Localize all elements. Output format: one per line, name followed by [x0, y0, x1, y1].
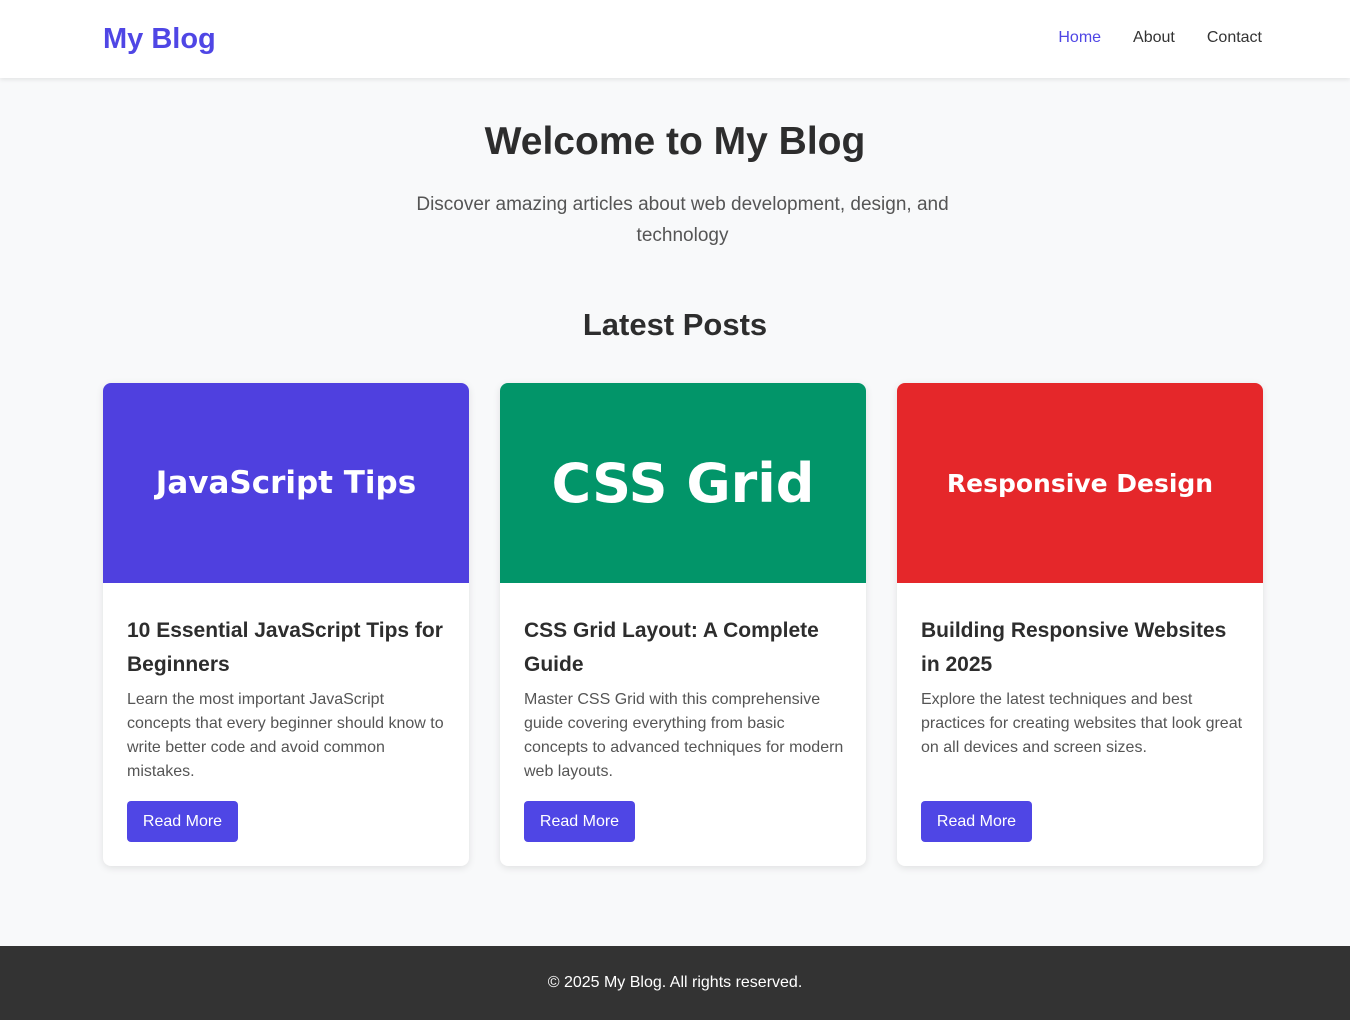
- post-excerpt: Explore the latest techniques and best p…: [921, 691, 1243, 756]
- post-excerpt: Master CSS Grid with this comprehensive …: [524, 691, 844, 780]
- post-title[interactable]: Building Responsive Websites in 2025: [921, 614, 1243, 682]
- latest-posts-title: Latest Posts: [582, 307, 768, 342]
- post-body: Building Responsive Websites in 2025 Exp…: [897, 583, 1263, 866]
- post-title[interactable]: 10 Essential JavaScript Tips for Beginne…: [127, 614, 449, 682]
- site-header: My Blog Home About Contact: [0, 0, 1350, 78]
- post-body: CSS Grid Layout: A Complete Guide Master…: [500, 583, 866, 866]
- post-card-responsive: Responsive Design Building Responsive We…: [897, 383, 1263, 866]
- main-nav: Home About Contact: [1058, 28, 1262, 48]
- read-more-button[interactable]: Read More: [524, 801, 635, 842]
- nav-home-link[interactable]: Home: [1058, 28, 1101, 48]
- site-logo[interactable]: My Blog: [103, 21, 216, 57]
- copyright-text: © 2025 My Blog. All rights reserved.: [547, 974, 803, 991]
- post-excerpt: Learn the most important JavaScript conc…: [127, 691, 444, 780]
- post-card-css-grid: CSS Grid CSS Grid Layout: A Complete Gui…: [500, 383, 866, 866]
- read-more-button[interactable]: Read More: [921, 801, 1032, 842]
- post-body: 10 Essential JavaScript Tips for Beginne…: [103, 583, 469, 866]
- post-card-javascript: JavaScript Tips 10 Essential JavaScript …: [103, 383, 469, 866]
- nav-contact-link[interactable]: Contact: [1207, 28, 1262, 48]
- hero-subtitle: Discover amazing articles about web deve…: [416, 194, 949, 246]
- hero-title: Welcome to My Blog: [484, 120, 866, 163]
- read-more-button[interactable]: Read More: [127, 801, 238, 842]
- nav-about-link[interactable]: About: [1133, 28, 1175, 48]
- post-image-javascript: JavaScript Tips: [103, 383, 469, 583]
- site-footer: © 2025 My Blog. All rights reserved.: [0, 946, 1350, 1020]
- post-image-responsive: Responsive Design: [897, 383, 1263, 583]
- post-title[interactable]: CSS Grid Layout: A Complete Guide: [524, 614, 846, 682]
- post-image-css-grid: CSS Grid: [500, 383, 866, 583]
